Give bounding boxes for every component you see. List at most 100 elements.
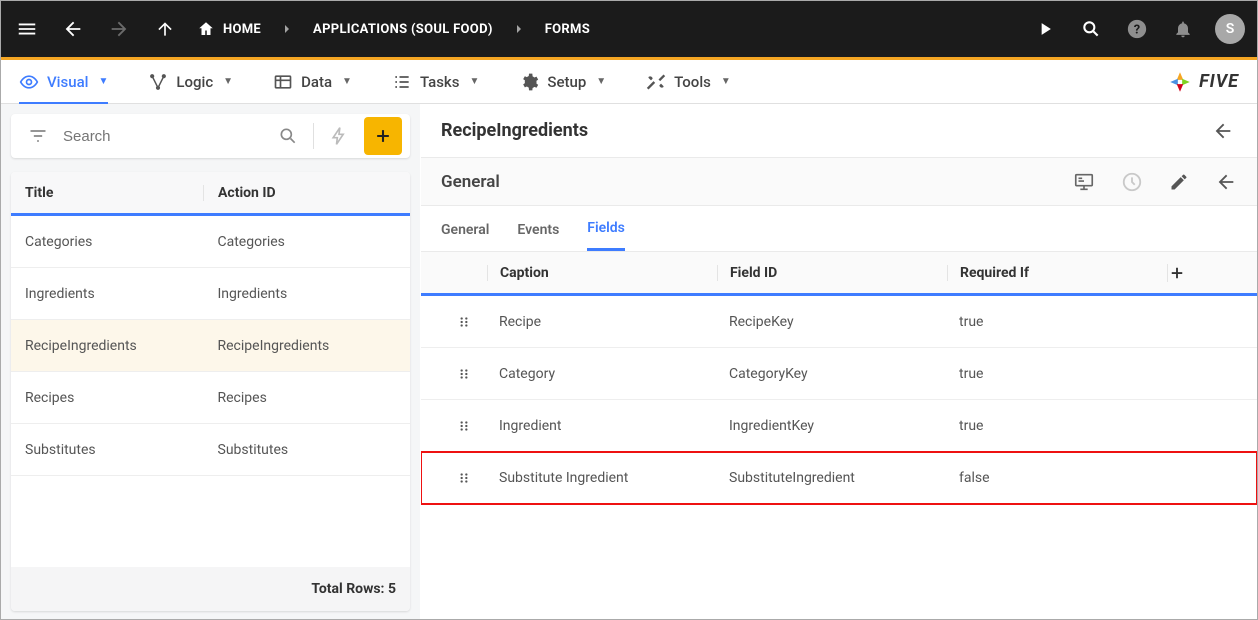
search-action-icon[interactable] [1077, 15, 1105, 43]
cell-actionid: Categories [204, 234, 397, 250]
breadcrumb-applications[interactable]: APPLICATIONS (SOUL FOOD) [313, 22, 493, 37]
tab-tools[interactable]: Tools ▼ [646, 72, 731, 92]
search-icon[interactable] [273, 121, 303, 151]
col-actionid[interactable]: Action ID [203, 185, 396, 201]
back-arrow-icon[interactable] [1215, 171, 1237, 193]
cell-caption: Substitute Ingredient [487, 470, 717, 486]
workspace: Title Action ID Categories Categories In… [1, 104, 1257, 619]
history-icon[interactable] [1121, 171, 1143, 193]
breadcrumb-label: APPLICATIONS (SOUL FOOD) [313, 22, 493, 37]
bolt-icon[interactable] [324, 121, 354, 151]
cell-actionid: Substitutes [204, 442, 397, 458]
drag-handle-icon[interactable] [457, 367, 471, 381]
caret-down-icon: ▼ [469, 76, 479, 87]
monitor-icon[interactable] [1073, 171, 1095, 193]
detail-header: RecipeIngredients [421, 104, 1257, 158]
cell-actionid: RecipeIngredients [204, 338, 397, 354]
search-card [11, 114, 410, 158]
tab-label: Logic [176, 73, 213, 91]
divider [313, 123, 314, 149]
col-caption[interactable]: Caption [487, 265, 717, 281]
table-row[interactable]: Categories Categories [11, 216, 410, 268]
avatar[interactable]: S [1215, 14, 1245, 44]
topbar: HOME APPLICATIONS (SOUL FOOD) FORMS ? S [1, 1, 1257, 57]
cell-actionid: Recipes [204, 390, 397, 406]
tab-fields[interactable]: Fields [587, 220, 625, 251]
cell-actionid: Ingredients [204, 286, 397, 302]
add-field-button[interactable] [1168, 264, 1233, 282]
tab-tasks[interactable]: Tasks ▼ [392, 72, 479, 92]
run-icon[interactable] [1031, 15, 1059, 43]
forms-table-header: Title Action ID [11, 172, 410, 216]
back-icon[interactable] [59, 15, 87, 43]
fields-row[interactable]: Category CategoryKey true [421, 348, 1257, 400]
tab-label: Tools [674, 73, 711, 91]
col-requiredif[interactable]: Required If [947, 265, 1167, 281]
cell-requiredif: true [947, 314, 1167, 330]
tab-general[interactable]: General [441, 222, 489, 250]
tab-setup[interactable]: Setup ▼ [519, 72, 606, 92]
caret-down-icon: ▼ [223, 76, 233, 87]
tab-data[interactable]: Data ▼ [273, 72, 352, 92]
table-row[interactable]: RecipeIngredients RecipeIngredients [11, 320, 410, 372]
col-title[interactable]: Title [25, 185, 203, 201]
drag-handle-icon[interactable] [457, 419, 471, 433]
breadcrumb-label: FORMS [545, 22, 590, 37]
back-arrow-icon[interactable] [1209, 117, 1237, 145]
caret-down-icon: ▼ [596, 76, 606, 87]
search-input[interactable] [63, 128, 263, 145]
fields-row[interactable]: Ingredient IngredientKey true [421, 400, 1257, 452]
forward-icon [105, 15, 133, 43]
cell-requiredif: false [947, 470, 1167, 486]
svg-text:?: ? [1134, 23, 1140, 38]
filter-icon[interactable] [23, 121, 53, 151]
home-icon [197, 20, 215, 38]
tab-label: Tasks [420, 73, 460, 91]
table-row[interactable]: Ingredients Ingredients [11, 268, 410, 320]
table-footer: Total Rows: 5 [11, 567, 410, 611]
left-panel: Title Action ID Categories Categories In… [1, 104, 421, 619]
cell-fieldid: SubstituteIngredient [717, 470, 947, 486]
up-icon[interactable] [151, 15, 179, 43]
section-header: General [421, 158, 1257, 206]
cell-fieldid: IngredientKey [717, 418, 947, 434]
fields-row[interactable]: Substitute Ingredient SubstituteIngredie… [421, 452, 1257, 504]
cell-caption: Recipe [487, 314, 717, 330]
bell-icon[interactable] [1169, 15, 1197, 43]
brand-label: FIVE [1199, 71, 1239, 92]
edit-icon[interactable] [1169, 172, 1189, 192]
chevron-right-icon [511, 21, 527, 37]
breadcrumb-forms[interactable]: FORMS [545, 22, 590, 37]
drag-handle-icon[interactable] [457, 315, 471, 329]
chevron-right-icon [279, 21, 295, 37]
col-fieldid[interactable]: Field ID [717, 265, 947, 281]
add-button[interactable] [364, 117, 402, 155]
tab-visual[interactable]: Visual ▼ [19, 72, 108, 105]
section-title: General [441, 172, 500, 192]
cell-fieldid: CategoryKey [717, 366, 947, 382]
cell-title: Substitutes [25, 442, 204, 458]
gear-icon [519, 72, 539, 92]
detail-tabs: General Events Fields [421, 206, 1257, 252]
tools-icon [646, 72, 666, 92]
cell-title: RecipeIngredients [25, 338, 204, 354]
fields-row[interactable]: Recipe RecipeKey true [421, 296, 1257, 348]
cell-requiredif: true [947, 418, 1167, 434]
tab-logic[interactable]: Logic ▼ [148, 72, 233, 92]
forms-table: Title Action ID Categories Categories In… [11, 172, 410, 611]
table-row[interactable]: Substitutes Substitutes [11, 424, 410, 476]
tasks-icon [392, 72, 412, 92]
drag-handle-icon[interactable] [457, 471, 471, 485]
tab-events[interactable]: Events [517, 222, 559, 250]
tab-label: Setup [547, 73, 586, 91]
breadcrumb-home[interactable]: HOME [197, 20, 261, 38]
cell-caption: Category [487, 366, 717, 382]
tab-label: Data [301, 73, 332, 91]
logic-icon [148, 72, 168, 92]
table-row[interactable]: Recipes Recipes [11, 372, 410, 424]
menu-icon[interactable] [13, 15, 41, 43]
detail-title: RecipeIngredients [441, 120, 588, 141]
help-icon[interactable]: ? [1123, 15, 1151, 43]
cell-title: Categories [25, 234, 204, 250]
caret-down-icon: ▼ [342, 76, 352, 87]
